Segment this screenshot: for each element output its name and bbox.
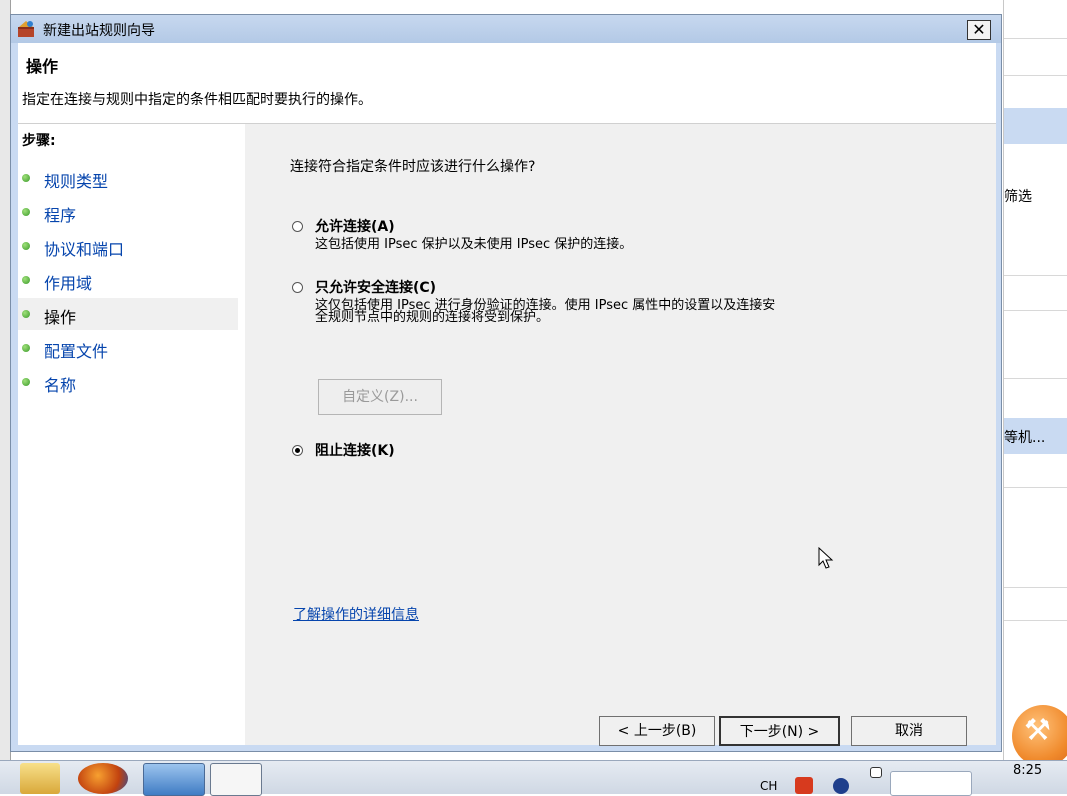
step-dot-icon bbox=[22, 310, 30, 318]
back-button[interactable]: < 上一步(B) bbox=[599, 716, 715, 746]
step-dot-icon bbox=[22, 174, 30, 182]
step-label: 规则类型 bbox=[44, 172, 109, 191]
allow-secure-description-line2: 全规则节点中的规则的连接将受到保护。 bbox=[315, 310, 550, 325]
close-button[interactable]: ✕ bbox=[967, 20, 991, 40]
next-button[interactable]: 下一步(N) > bbox=[719, 716, 840, 746]
allow-label[interactable]: 允许连接(A) bbox=[315, 216, 395, 236]
window-icon[interactable] bbox=[210, 763, 262, 796]
restore-icon[interactable] bbox=[870, 767, 882, 778]
allow-description: 这包括使用 IPsec 保护以及未使用 IPsec 保护的连接。 bbox=[315, 237, 633, 252]
background-filter-text: 筛选 bbox=[1004, 189, 1032, 205]
new-outbound-rule-wizard: 新建出站规则向导 ✕ 操作 指定在连接与规则中指定的条件相匹配时要执行的操作。 … bbox=[10, 14, 1002, 752]
wizard-header: 操作 指定在连接与规则中指定的条件相匹配时要执行的操作。 bbox=[18, 43, 996, 124]
cancel-button[interactable]: 取消 bbox=[851, 716, 967, 746]
allow-secure-label[interactable]: 只允许安全连接(C) bbox=[315, 277, 436, 297]
step-name[interactable]: 名称 bbox=[18, 366, 238, 398]
background-header-band bbox=[1004, 108, 1067, 144]
step-dot-icon bbox=[22, 276, 30, 284]
step-program[interactable]: 程序 bbox=[18, 196, 238, 228]
background-computer-text[interactable]: 等机... bbox=[1004, 427, 1045, 447]
title-bar[interactable]: 新建出站规则向导 ✕ bbox=[11, 15, 1001, 43]
step-dot-icon bbox=[22, 344, 30, 352]
taskbar: CH 8:25 bbox=[0, 760, 1067, 796]
dialog-title: 新建出站规则向导 bbox=[43, 23, 155, 39]
block-radio[interactable] bbox=[292, 445, 303, 456]
language-indicator[interactable]: CH bbox=[760, 779, 777, 793]
block-label[interactable]: 阻止连接(K) bbox=[315, 440, 395, 460]
step-label: 程序 bbox=[44, 206, 77, 225]
action-question: 连接符合指定条件时应该进行什么操作? bbox=[290, 159, 536, 175]
steps-panel: 步骤: 规则类型 程序 协议和端口 作用域 操作 配置文件 名称 bbox=[18, 124, 244, 745]
mouse-cursor-icon bbox=[818, 547, 834, 569]
step-rule-type[interactable]: 规则类型 bbox=[18, 162, 238, 194]
step-profile[interactable]: 配置文件 bbox=[18, 332, 238, 364]
firefox-icon[interactable] bbox=[78, 763, 128, 794]
step-dot-icon bbox=[22, 208, 30, 216]
action-content: 连接符合指定条件时应该进行什么操作? 允许连接(A) 这包括使用 IPsec 保… bbox=[245, 124, 996, 746]
page-title: 操作 bbox=[26, 57, 59, 76]
step-protocol-ports[interactable]: 协议和端口 bbox=[18, 230, 238, 262]
wizard-body: 操作 指定在连接与规则中指定的条件相匹配时要执行的操作。 步骤: 规则类型 程序… bbox=[18, 43, 996, 746]
allow-secure-radio[interactable] bbox=[292, 282, 303, 293]
sogou-ime-icon[interactable] bbox=[795, 777, 813, 794]
page-description: 指定在连接与规则中指定的条件相匹配时要执行的操作。 bbox=[22, 92, 372, 108]
step-action[interactable]: 操作 bbox=[18, 298, 238, 330]
learn-more-link[interactable]: 了解操作的详细信息 bbox=[293, 604, 419, 624]
step-label: 操作 bbox=[44, 308, 77, 327]
step-label: 作用域 bbox=[44, 274, 93, 293]
folder-icon[interactable] bbox=[20, 763, 60, 794]
allow-radio[interactable] bbox=[292, 221, 303, 232]
step-dot-icon bbox=[22, 242, 30, 250]
step-label: 名称 bbox=[44, 376, 77, 395]
steps-title: 步骤: bbox=[22, 133, 56, 149]
customize-button[interactable]: 自定义(Z)... bbox=[318, 379, 442, 415]
step-label: 配置文件 bbox=[44, 342, 109, 361]
notification-area[interactable] bbox=[890, 771, 972, 796]
background-window: 筛选 等机... bbox=[1003, 0, 1067, 760]
step-scope[interactable]: 作用域 bbox=[18, 264, 238, 296]
step-label: 协议和端口 bbox=[44, 240, 125, 259]
step-dot-icon bbox=[22, 378, 30, 386]
assistant-badge-icon[interactable]: ⚒ bbox=[1012, 705, 1067, 767]
clock[interactable]: 8:25 bbox=[1013, 763, 1042, 778]
help-icon[interactable] bbox=[833, 778, 849, 794]
firewall-icon bbox=[18, 21, 34, 37]
server-manager-icon[interactable] bbox=[143, 763, 205, 796]
